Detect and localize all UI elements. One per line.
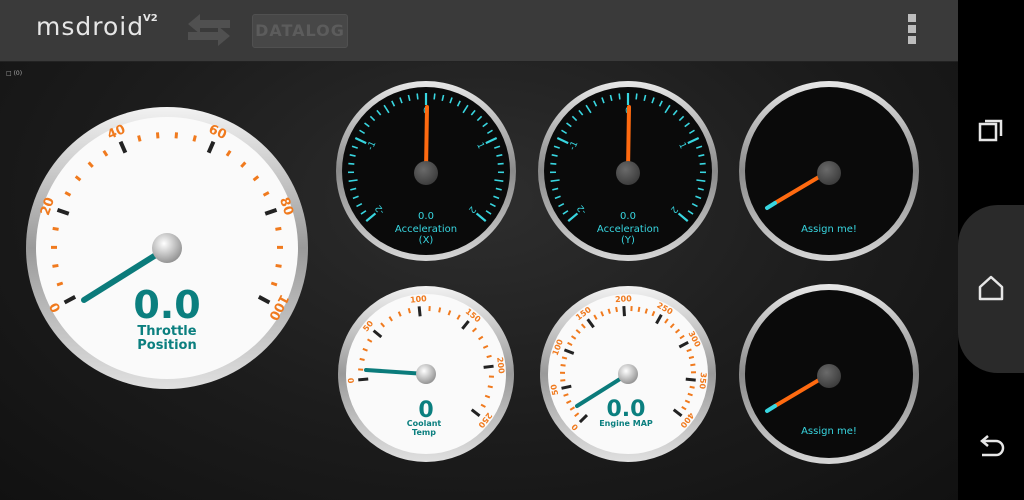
gauge-tick (561, 384, 572, 390)
gauge-tick (561, 356, 568, 360)
accel-y-label-line2: (Y) (621, 235, 635, 246)
coolant-temp-gauge[interactable]: 050100150200250 0 Coolant Temp (338, 286, 514, 462)
needle-hub (616, 161, 640, 185)
action-bar: msdroid V2 DATALOG (0, 0, 958, 62)
gauge-tick-label: 200 (615, 294, 633, 304)
gauge-tick (637, 306, 641, 313)
app-logo: msdroid (36, 12, 145, 41)
gauge-tick (438, 307, 442, 313)
gauge-tick (137, 135, 142, 142)
gauge-tick (635, 93, 638, 100)
assign-1-label: Assign me! (801, 224, 857, 235)
accel-y-label-line1: Acceleration (597, 224, 659, 235)
needle-hub (416, 364, 436, 384)
gauge-tick (607, 308, 611, 314)
gauge-tick (52, 226, 59, 231)
gauge-tick (270, 281, 278, 287)
throttle-label-line1: Throttle (137, 324, 196, 339)
gauge-tick (690, 363, 696, 367)
accel-x-label-line1: Acceleration (395, 224, 457, 235)
recent-apps-icon[interactable] (958, 108, 1024, 152)
needle-hub (414, 161, 438, 185)
gauge-tick (615, 306, 618, 313)
gauge-tick (416, 93, 419, 100)
gauge-tick (275, 263, 282, 268)
coolant-label-line2: Temp (412, 428, 436, 437)
gauge-tick (56, 281, 64, 287)
gauge-tick (486, 354, 492, 359)
gauge-tick (359, 357, 365, 361)
gauge-tick (275, 226, 282, 231)
gauge-tick (433, 93, 436, 100)
accel-y-value: 0.0 (620, 211, 636, 222)
needle-hub (618, 364, 638, 384)
gauge-tick (192, 135, 197, 142)
datalog-button[interactable]: DATALOG (252, 14, 348, 48)
gauge-tick-label: 350 (697, 372, 707, 390)
throttle-position-gauge[interactable]: 02040 6080100 0.0 Throttle Position (26, 103, 308, 391)
gauge-tick (483, 364, 494, 369)
gauge-tick (560, 364, 566, 367)
accel-x-value: 0.0 (418, 211, 434, 222)
app-version: V2 (143, 13, 158, 24)
gauge-tick (550, 162, 557, 165)
app-screen: msdroid V2 DATALOG □ (0) 0 20 40 60 80 100 0. (0, 0, 958, 500)
needle-hub (817, 161, 841, 185)
acceleration-y-gauge[interactable]: -2-1012 0.0 Acceleration (Y) (538, 81, 718, 261)
gauge-tick (622, 306, 626, 317)
engine-map-gauge[interactable]: 050100150200250300350400 0.0 Engine MAP (540, 286, 716, 462)
needle-hub (817, 364, 841, 388)
overflow-menu-icon[interactable] (902, 12, 922, 50)
gauge-tick (644, 308, 648, 314)
status-indicator: □ (0) (6, 70, 23, 77)
assign-gauge-2[interactable]: Assign me! (739, 284, 919, 464)
acceleration-x-gauge[interactable]: -2-1012 0.0 Acceleration (X) (336, 81, 516, 261)
gauge-tick (407, 307, 411, 314)
gauge-tick (699, 162, 706, 165)
assign-gauge-1[interactable]: Assign me! (739, 81, 919, 261)
accel-x-label-line2: (X) (419, 235, 434, 246)
needle-hub (152, 233, 182, 263)
sync-arrows-icon[interactable] (186, 12, 232, 48)
gauge-tick-label: 100 (410, 294, 428, 305)
system-nav-bar (958, 0, 1024, 500)
gauge-tick (52, 263, 59, 268)
coolant-label-line1: Coolant (407, 419, 442, 428)
back-icon[interactable] (958, 426, 1024, 470)
home-icon[interactable] (958, 266, 1024, 310)
gauge-tick (487, 385, 493, 389)
gauge-tick (618, 93, 621, 100)
gauge-tick (417, 306, 422, 317)
gauge-tick (685, 377, 696, 382)
gauge-tick (688, 355, 695, 360)
gauge-tick (497, 162, 504, 165)
throttle-label-line2: Position (137, 338, 197, 353)
gauge-tick (358, 377, 369, 382)
gauge-tick (348, 162, 355, 165)
throttle-value: 0.0 (133, 283, 200, 327)
map-label-line1: Engine MAP (599, 419, 653, 428)
assign-2-label: Assign me! (801, 426, 857, 437)
gauge-tick (689, 385, 695, 389)
